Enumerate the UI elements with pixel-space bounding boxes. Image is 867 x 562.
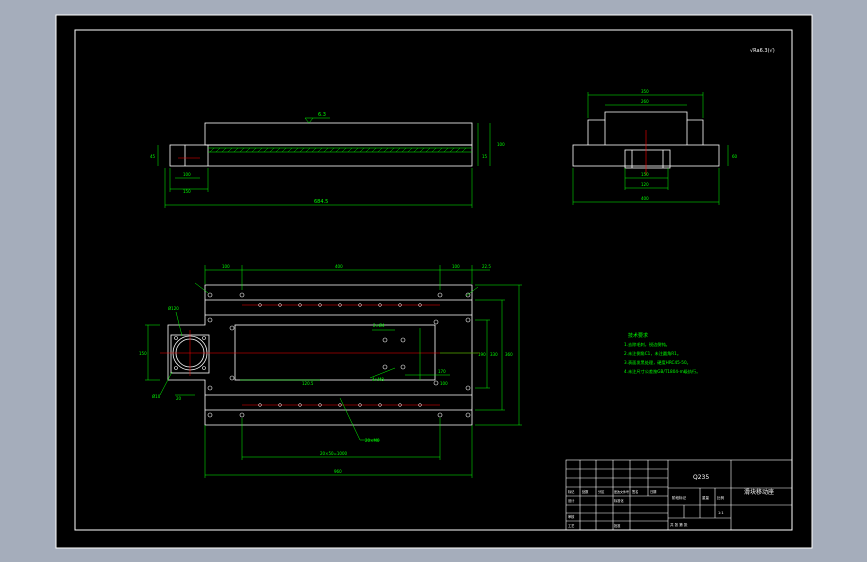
- title-qty-label: 处数: [582, 489, 589, 494]
- top-label-r1: 170: [438, 369, 446, 374]
- title-scale-value: 1:1: [718, 511, 724, 515]
- title-material: Q235: [693, 474, 709, 481]
- title-mark-label: 标记: [568, 489, 575, 494]
- top-label-mid: 120.5: [302, 381, 314, 386]
- title-standard-label: 标准化: [614, 498, 624, 503]
- top-dim-2: 400: [335, 264, 343, 269]
- top-dim-4: 22.5: [482, 264, 491, 269]
- front-dim-left-height: 45: [150, 154, 156, 159]
- front-dim-right-small: 15: [482, 154, 488, 159]
- title-doc-label: 更改文件号: [614, 489, 629, 494]
- title-sign-label: 签名: [632, 489, 638, 494]
- tech-note-item: 4.未注尺寸公差按GB/T1804-m级执行。: [624, 368, 700, 375]
- top-label-r2: 100: [440, 381, 448, 386]
- side-dim-mid: 150: [641, 172, 649, 177]
- top-label-right-1: 190: [478, 352, 486, 357]
- top-dim-left: 150: [139, 351, 147, 356]
- side-dim-bottom-inner: 120: [641, 182, 649, 187]
- top-label-hole-2: 4×M8: [372, 377, 384, 382]
- title-weight-label: 重量: [702, 495, 710, 500]
- top-label-right-3: 330: [490, 352, 498, 357]
- tech-note-item: 2.未注倒角C1，未注圆角R1。: [624, 350, 681, 357]
- cad-drawing-view: √Ra6.3(√) 6.3 684.5 150 100 45 100 15 35…: [55, 14, 813, 549]
- title-approve-label: 批准: [614, 523, 621, 528]
- side-dim-top-outer: 350: [641, 89, 649, 94]
- top-dim-left-3: Ø10: [152, 394, 161, 399]
- title-stage-label: 阶段标记: [672, 495, 686, 500]
- front-dim-bottom: 684.5: [314, 199, 328, 205]
- roughness-symbol: √Ra6.3(√): [750, 48, 775, 54]
- tech-note-item: 1.去除毛刺，锐边倒钝。: [624, 341, 670, 348]
- title-zone-label: 分区: [598, 489, 605, 494]
- title-date-label: 日期: [650, 489, 656, 494]
- tech-notes-title: 技术要求: [628, 332, 648, 339]
- front-dim-left-small: 150: [183, 189, 191, 194]
- top-dim-3: 100: [452, 264, 460, 269]
- title-part-name: 滑块移动座: [744, 488, 774, 496]
- top-dim-1: 100: [222, 264, 230, 269]
- title-check-label: 审核: [568, 514, 575, 519]
- top-label-hole-1: 2×Ø4: [373, 323, 385, 328]
- front-dim-right-height: 100: [497, 142, 505, 147]
- title-scale-label: 比例: [717, 495, 725, 500]
- title-design-label: 设计: [568, 498, 575, 503]
- front-surface-label: 6.3: [318, 112, 326, 118]
- side-dim-right: 60: [732, 154, 738, 159]
- title-process-label: 工艺: [568, 523, 574, 528]
- top-label-right-2: 360: [505, 352, 513, 357]
- top-dim-left-2: 20: [176, 396, 182, 401]
- front-dim-left-inner: 100: [183, 172, 191, 177]
- side-dim-top-inner: 260: [641, 99, 649, 104]
- top-dim-bottom-1: 20×50=1000: [320, 451, 348, 456]
- top-dim-bottom-2: 960: [334, 469, 342, 474]
- top-label-holes-row: 20×M6: [365, 438, 380, 443]
- title-sheet-label: 共 张 第 张: [670, 522, 688, 527]
- tech-note-item: 3.表面发黑处理，硬度HRC45-50。: [624, 359, 691, 366]
- side-dim-bottom: 400: [641, 196, 649, 201]
- top-dim-circle: Ø120: [168, 306, 179, 311]
